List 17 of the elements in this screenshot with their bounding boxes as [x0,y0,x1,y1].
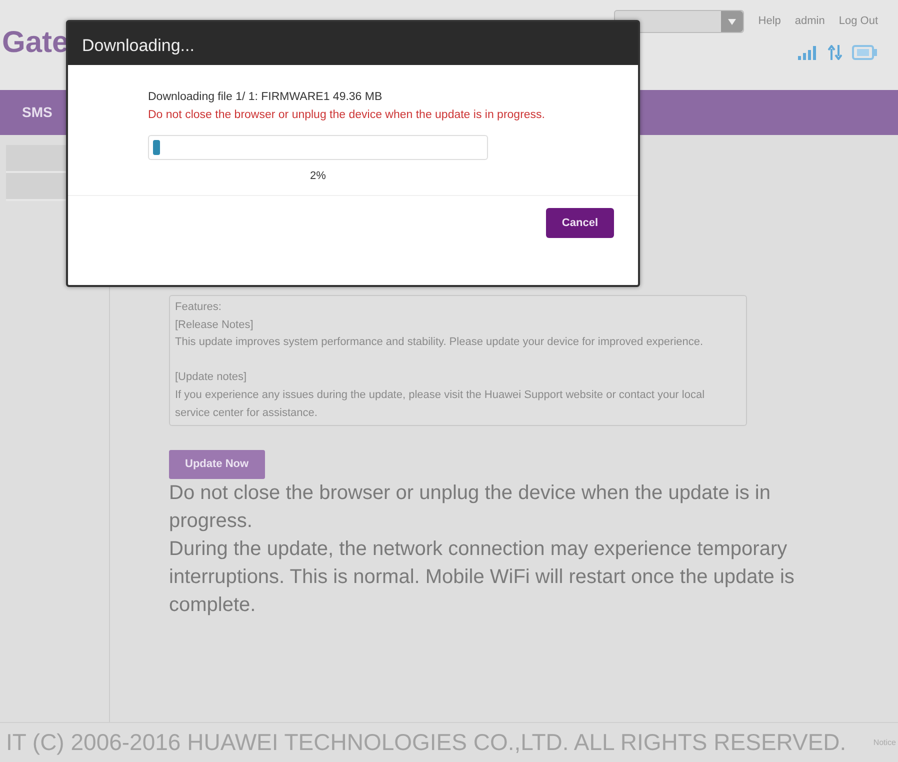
caret-icon [728,18,736,24]
header-link[interactable]: admin [794,13,825,30]
update-now-button[interactable]: Update Now [169,450,265,479]
warning-text: Do not close the browser or unplug the device when the update is in progress. [148,108,546,123]
logo-text: Gate [2,28,69,61]
cancel-button[interactable]: Cancel [546,208,614,238]
copyright-text: IT (C) 2006-2016 HUAWEI TECHNOLOGIES CO.,LTD. ALL RIGHTS RESERVED. [6,728,846,758]
file-progress-text: Downloading file 1/ 1: FIRMWARE1 49.36 MB [148,90,384,105]
header-link[interactable]: Log Out [838,13,878,30]
notice-text: During the update, the network connection may experience temporary interruptions. This is normal. Mobile WiFi will restart once the update is complete. [169,536,796,618]
signal-icon [798,46,818,60]
progress-percent: 2% [309,168,327,184]
release-notes-box: Features: [Release Notes] This update improves system performance and stability. Please update your device for improved experience. [Update notes] If you experience any issues during the update, please visit the Huawei Support website or contact your local service center for assistance. [169,295,747,426]
data-transfer-icon [828,45,842,60]
header-link[interactable]: Help [758,13,781,30]
dialog-title: Downloading... [68,22,638,65]
notice-text: Do not close the browser or unplug the device when the update is in progress. [169,480,772,534]
